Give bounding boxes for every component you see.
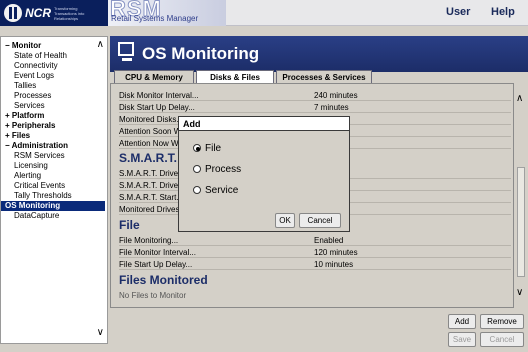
ncr-tagline: Transforming Transactions into Relations… [54, 5, 85, 21]
setting-value: 240 minutes [314, 91, 358, 100]
sidebar-scroll-down-icon[interactable]: ∨ [97, 327, 104, 338]
sidebar-item[interactable]: − Administration [5, 141, 105, 151]
setting-row[interactable]: File Monitoring... Enabled [119, 235, 511, 246]
app-root: NCR Transforming Transactions into Relat… [0, 0, 528, 352]
setting-label: File Start Up Delay... [119, 260, 193, 269]
sidebar-item[interactable]: Connectivity [5, 61, 105, 71]
setting-row[interactable]: File Start Up Delay... 10 minutes [119, 259, 511, 270]
content-scrollbar[interactable]: ∧ ∨ [514, 83, 528, 308]
option-label: Process [205, 164, 242, 175]
sidebar-item[interactable]: − Monitor [5, 41, 105, 51]
setting-row[interactable]: File Monitor Interval... 120 minutes [119, 247, 511, 258]
sidebar-item[interactable]: + Peripherals [5, 121, 105, 131]
setting-value: 120 minutes [314, 248, 358, 257]
setting-label: Monitored Drives... [119, 205, 187, 214]
sidebar-item[interactable]: OS Monitoring [1, 201, 105, 211]
radio-icon[interactable] [193, 186, 201, 194]
sidebar-item[interactable]: Critical Events [5, 181, 105, 191]
option-process[interactable]: Process [193, 164, 241, 175]
files-monitored-heading: Files Monitored [119, 273, 208, 287]
remove-button[interactable]: Remove [480, 314, 524, 329]
page-header: OS Monitoring [110, 36, 528, 72]
ncr-logo-text: NCR [25, 6, 51, 20]
setting-label: Disk Start Up Delay... [119, 103, 195, 112]
scroll-up-icon[interactable]: ∧ [516, 93, 523, 104]
sidebar-item[interactable]: Services [5, 101, 105, 111]
sidebar-item[interactable]: DataCapture [5, 211, 105, 221]
sidebar-item[interactable]: Processes [5, 91, 105, 101]
setting-label: S.M.A.R.T. Start... [119, 193, 184, 202]
dialog-cancel-button[interactable]: Cancel [299, 213, 341, 228]
setting-row[interactable]: Disk Start Up Delay... 7 minutes [119, 102, 511, 113]
sidebar-item[interactable]: Licensing [5, 161, 105, 171]
user-menu-link[interactable]: User [446, 6, 470, 18]
setting-label: Monitored Disks... [119, 115, 184, 124]
rsm-logo-block: RSM Retail Systems Manager [108, 0, 226, 26]
scroll-thumb[interactable] [517, 167, 525, 277]
no-files-text: No Files to Monitor [119, 291, 187, 300]
add-button[interactable]: Add [448, 314, 476, 329]
ncr-logo-icon [4, 4, 22, 22]
sidebar-item[interactable]: + Platform [5, 111, 105, 121]
setting-label: Attention Now W... [119, 139, 185, 148]
setting-label: File Monitor Interval... [119, 248, 196, 257]
sidebar-item[interactable]: Event Logs [5, 71, 105, 81]
radio-selected-icon[interactable] [193, 144, 201, 152]
dialog-ok-button[interactable]: OK [275, 213, 295, 228]
option-label: Service [205, 185, 239, 196]
tab-processes-services[interactable]: Processes & Services [276, 70, 372, 83]
add-dialog: Add File Process Service OK Cancel [178, 116, 350, 232]
setting-value: Enabled [314, 236, 344, 245]
smart-heading: S.M.A.R.T. [119, 151, 178, 165]
sidebar-item[interactable]: + Files [5, 131, 105, 141]
sidebar-item[interactable]: RSM Services [5, 151, 105, 161]
sidebar-item[interactable]: Tally Thresholds [5, 191, 105, 201]
sidebar-item[interactable]: Alerting [5, 171, 105, 181]
option-service[interactable]: Service [193, 185, 238, 196]
app-header: NCR Transforming Transactions into Relat… [0, 0, 528, 26]
nav-tree: − Monitor State of Health Connectivity Even… [1, 41, 105, 221]
sidebar-nav: − Monitor State of Health Connectivity Even… [0, 36, 108, 344]
setting-row[interactable]: Disk Monitor Interval... 240 minutes [119, 90, 511, 101]
scroll-down-icon[interactable]: ∨ [516, 287, 523, 298]
cancel-button[interactable]: Cancel [480, 332, 524, 347]
setting-label: File Monitoring... [119, 236, 179, 245]
sidebar-item[interactable]: Tallies [5, 81, 105, 91]
setting-label: Disk Monitor Interval... [119, 91, 199, 100]
save-button[interactable]: Save [448, 332, 476, 347]
help-link[interactable]: Help [491, 6, 515, 18]
page-title: OS Monitoring [142, 44, 260, 63]
sidebar-scroll-up-icon[interactable]: ∧ [97, 39, 104, 50]
setting-label: S.M.A.R.T. Drive... [119, 181, 185, 190]
product-name: Retail Systems Manager [111, 14, 199, 23]
setting-label: S.M.A.R.T. Drive... [119, 169, 185, 178]
file-heading: File [119, 218, 140, 232]
setting-value: 7 minutes [314, 103, 349, 112]
tab-disks-files[interactable]: Disks & Files [196, 70, 274, 83]
radio-icon[interactable] [193, 165, 201, 173]
option-file[interactable]: File [193, 143, 221, 154]
monitor-icon [118, 42, 134, 61]
dialog-title: Add [179, 117, 349, 131]
ncr-logo-block: NCR Transforming Transactions into Relat… [0, 0, 108, 26]
setting-value: 10 minutes [314, 260, 354, 269]
tab-cpu-memory[interactable]: CPU & Memory [114, 70, 194, 83]
sidebar-item[interactable]: State of Health [5, 51, 105, 61]
option-label: File [205, 143, 222, 154]
